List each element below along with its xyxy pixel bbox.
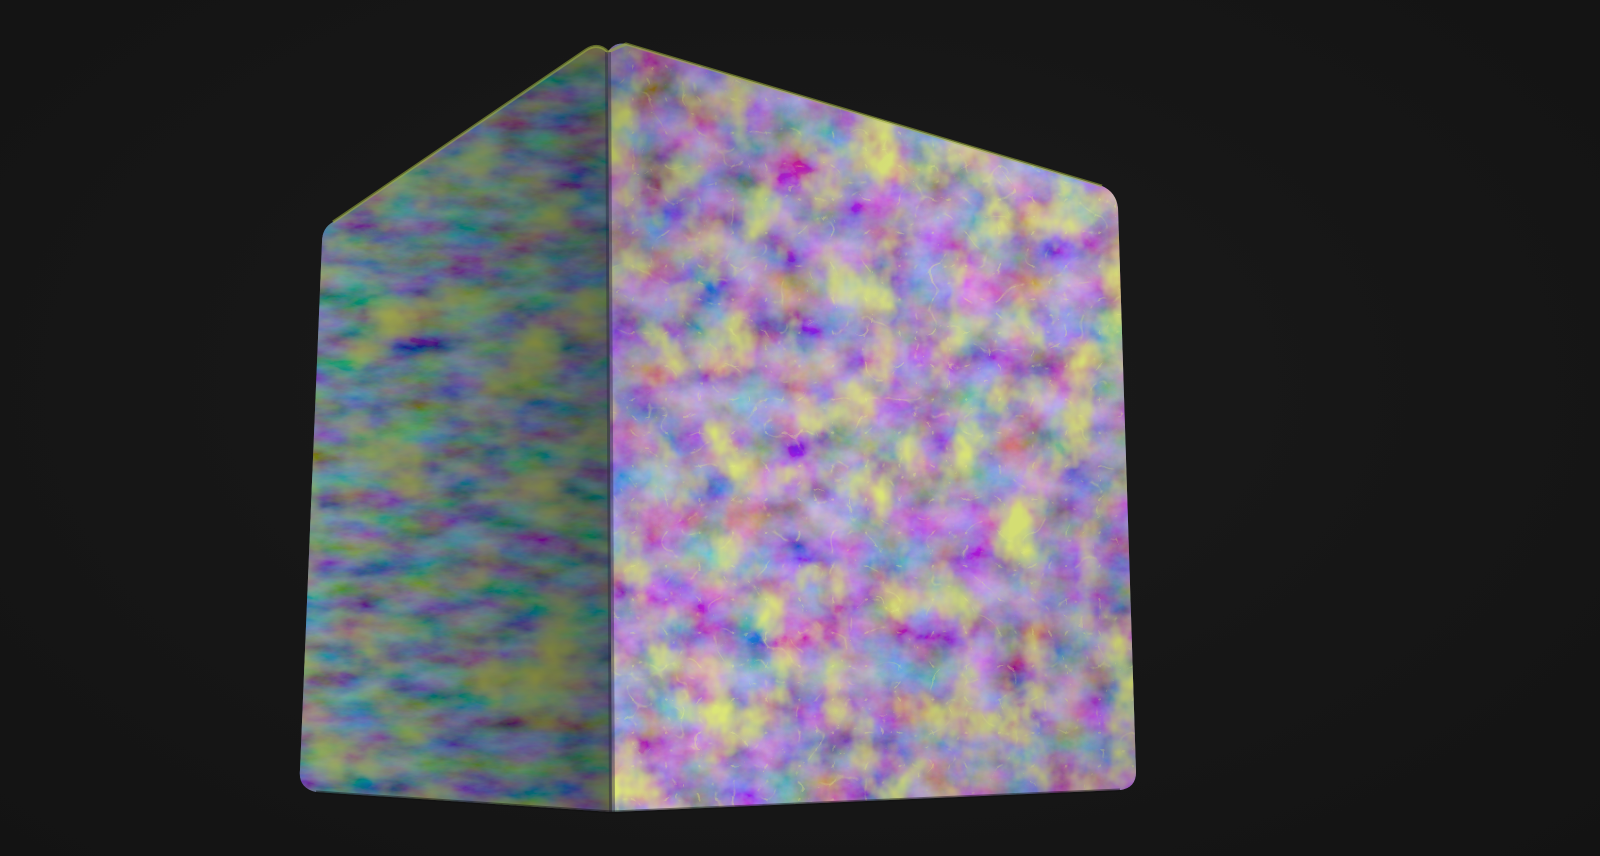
textured-cube [299,42,1136,814]
cube-right-face [608,43,1136,812]
cube-left-face [299,46,612,812]
cube-vertical-edge [605,51,615,813]
render-viewport [0,0,1600,856]
